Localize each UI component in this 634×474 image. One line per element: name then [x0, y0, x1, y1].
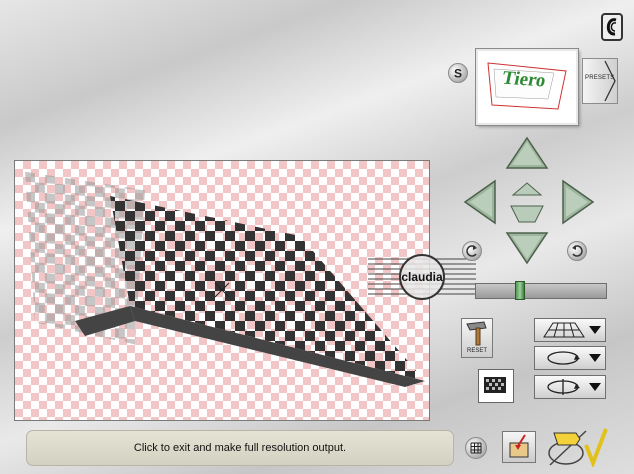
arrow-up-icon [505, 136, 549, 169]
status-bar[interactable]: Click to exit and make full resolution o… [26, 430, 454, 466]
watermark-text: claudia [401, 270, 443, 284]
reset-label: RESET [466, 348, 487, 354]
chevron-down-icon [589, 326, 601, 334]
small-down-icon [510, 205, 544, 223]
hand-check-icon [548, 428, 608, 469]
export-icon [509, 434, 529, 458]
apply-hand-button[interactable] [546, 425, 608, 469]
small-up-button[interactable] [511, 182, 543, 196]
arrow-up-button[interactable] [505, 136, 549, 172]
arrow-left-button[interactable] [463, 179, 499, 225]
grid-icon [470, 442, 482, 454]
rotate-right-icon [572, 245, 583, 257]
chevron-down-icon [589, 383, 601, 391]
reset-button[interactable]: RESET [461, 318, 493, 358]
s-button[interactable]: S [448, 63, 468, 83]
watermark-logo: claudia [366, 253, 478, 301]
tile-icon [484, 377, 506, 393]
presets-button[interactable]: PRESETS [582, 58, 618, 104]
loop-icon [547, 351, 580, 365]
flip-dropdown[interactable] [534, 375, 606, 399]
svg-text:S: S [454, 67, 462, 81]
arrow-right-button[interactable] [559, 179, 595, 225]
zoom-slider-track[interactable] [475, 283, 607, 299]
rotate-left-button[interactable] [462, 241, 482, 261]
chevron-down-icon [589, 354, 601, 362]
loop-dropdown[interactable] [534, 346, 606, 370]
arrow-down-icon [505, 232, 549, 265]
rotate-left-icon [466, 245, 477, 257]
thumbnail-text: Tiero [500, 67, 548, 92]
small-up-icon [511, 182, 543, 196]
flip-icon [547, 379, 580, 395]
arrow-right-icon [562, 179, 595, 225]
hammer-icon [466, 321, 487, 346]
status-message: Click to exit and make full resolution o… [133, 442, 347, 454]
grid-plane-dropdown[interactable] [534, 318, 606, 342]
s-button-icon: S [454, 67, 462, 81]
arrow-down-button[interactable] [505, 229, 549, 265]
rotate-right-button[interactable] [567, 241, 587, 261]
zoom-slider-thumb[interactable] [515, 281, 525, 300]
grid-button[interactable] [465, 437, 487, 459]
arrow-left-icon [463, 179, 496, 225]
grid-plane-icon [543, 322, 585, 338]
small-down-button[interactable] [509, 204, 545, 224]
plugin-window: S Tiero PRESETS claudia RESET Click to e… [0, 0, 634, 474]
eye-symbol-icon[interactable] [601, 13, 623, 41]
preset-thumbnail[interactable]: Tiero [476, 49, 578, 125]
export-button[interactable] [502, 431, 536, 463]
tile-button[interactable] [478, 369, 514, 403]
